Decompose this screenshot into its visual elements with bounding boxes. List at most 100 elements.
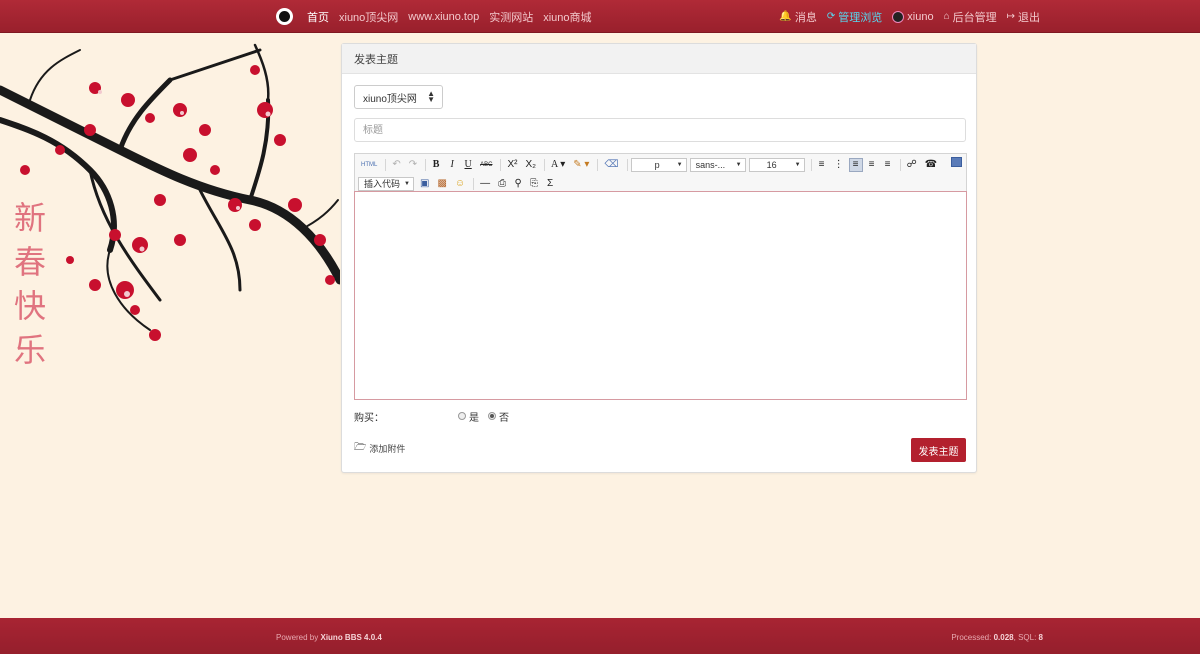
image-icon[interactable]: ▣	[417, 177, 432, 191]
font-size-select-value: 16	[766, 159, 777, 170]
nav-logout[interactable]: ↦ 退出	[1007, 9, 1040, 25]
chevron-down-icon: ▼	[676, 161, 683, 168]
logout-icon: ↦	[1006, 11, 1015, 22]
paste-icon[interactable]: ⎘	[527, 177, 541, 191]
align-right-icon[interactable]: ≡	[881, 158, 895, 172]
nav-right: 🔔 消息 ⟳ 管理浏览 xiuno ⌂ 后台管理 ↦ 退出	[769, 0, 1040, 33]
formula-icon[interactable]: Σ	[543, 177, 557, 191]
highlight-icon[interactable]: ✎ ▾	[570, 158, 592, 172]
editor-toolbar: HTML ↶ ↷ B I U ABC X² X₂ A ▾ ✎ ▾ ⌫ p ▼ s…	[354, 153, 967, 191]
preview-icon[interactable]: ⚲	[511, 177, 525, 191]
eraser-icon[interactable]: ⌫	[601, 158, 621, 172]
greeting-char: 新	[13, 199, 46, 237]
card-header: 发表主题	[342, 44, 976, 74]
font-color-icon[interactable]: A ▾	[548, 158, 568, 172]
toolbar-row-1: HTML ↶ ↷ B I U ABC X² X₂ A ▾ ✎ ▾ ⌫ p ▼ s…	[355, 156, 966, 173]
greeting-char: 春	[13, 243, 46, 281]
toolbar-divider	[473, 177, 475, 190]
strikethrough-icon[interactable]: ABC	[477, 158, 495, 172]
vertical-greeting: 新 春 快 乐	[10, 196, 50, 372]
footer-stats: Processed: 0.028, SQL: 8	[951, 633, 1043, 642]
nav-user[interactable]: xiuno	[892, 10, 934, 23]
toolbar-divider	[597, 158, 599, 171]
nav-link-www[interactable]: www.xiuno.top	[408, 11, 479, 23]
nav-link-home[interactable]: 首页	[307, 9, 329, 25]
superscript-icon[interactable]: X²	[504, 158, 520, 172]
subscript-icon[interactable]: X₂	[522, 158, 539, 172]
nav-mode-toggle[interactable]: ⟳ 管理浏览	[827, 9, 882, 25]
font-family-select-value: sans-...	[695, 159, 726, 170]
buy-yes-label[interactable]: 是	[469, 409, 479, 424]
footer: Powered by Xiuno BBS 4.0.4 Processed: 0.…	[0, 618, 1200, 654]
site-logo[interactable]	[276, 8, 293, 25]
insert-code-select-value: 插入代码	[364, 179, 401, 189]
toolbar-divider	[544, 158, 546, 171]
powered-by-prefix: Powered by	[276, 633, 319, 642]
submit-thread-button[interactable]: 发表主题	[911, 438, 966, 462]
toolbar-row-2: 插入代码 ▼ ▣ ▩ ☺ — ⎙ ⚲ ⎘ Σ	[355, 175, 966, 192]
nav-admin[interactable]: ⌂ 后台管理	[944, 9, 997, 25]
paragraph-select-value: p	[654, 159, 660, 170]
nav-link-shop[interactable]: xiuno商城	[543, 9, 591, 25]
sql-prefix: , SQL:	[1013, 633, 1037, 642]
bell-icon: 🔔	[779, 11, 792, 22]
buy-no-label[interactable]: 否	[499, 409, 509, 424]
horizontal-rule-icon[interactable]: —	[477, 177, 493, 191]
toolbar-divider	[425, 158, 427, 171]
picture-icon[interactable]: ▩	[434, 177, 449, 191]
buy-yes-radio[interactable]	[458, 412, 466, 420]
paragraph-select[interactable]: p ▼	[630, 157, 687, 172]
underline-icon[interactable]: U	[461, 158, 475, 172]
add-attachment-link[interactable]: 🗁 添加附件	[354, 440, 405, 457]
align-left-icon[interactable]: ≡	[848, 157, 863, 172]
toolbar-divider	[385, 158, 387, 171]
folder-open-icon: 🗁	[354, 442, 367, 453]
align-center-icon[interactable]: ≡	[865, 158, 879, 172]
undo-icon[interactable]: ↶	[389, 158, 403, 172]
font-family-select[interactable]: sans-... ▼	[689, 157, 746, 172]
unordered-list-icon[interactable]: ⋮	[831, 158, 847, 172]
rich-text-editor[interactable]	[354, 191, 967, 400]
nav-link-test-site[interactable]: 实测网站	[489, 9, 533, 25]
new-thread-card: 发表主题 xiuno顶尖网 ▲▼ HTML ↶ ↷ B I U ABC X² X…	[341, 43, 977, 473]
print-icon[interactable]: ⎙	[495, 177, 509, 191]
powered-by-link[interactable]: Xiuno BBS 4.0.4	[320, 633, 381, 642]
buy-no-radio[interactable]	[488, 412, 496, 420]
font-size-select[interactable]: 16 ▼	[748, 157, 805, 172]
greeting-char: 乐	[13, 331, 46, 369]
toolbar-divider	[626, 158, 628, 171]
forum-select[interactable]: xiuno顶尖网 ▲ ▼	[354, 85, 443, 109]
insert-code-select[interactable]: 插入代码 ▼	[358, 176, 414, 191]
avatar	[892, 10, 905, 23]
nav-mode-label: 管理浏览	[838, 11, 883, 24]
nav-messages[interactable]: 🔔 消息	[779, 9, 816, 25]
emoji-icon[interactable]: ☺	[452, 177, 468, 191]
nav-messages-label: 消息	[794, 11, 817, 24]
chevron-down-icon: ▼	[404, 180, 410, 187]
ordered-list-icon[interactable]: ≡	[815, 158, 829, 172]
processed-prefix: Processed:	[951, 633, 992, 642]
nav-link-xiuno-top[interactable]: xiuno顶尖网	[339, 9, 398, 25]
nav-admin-label: 后台管理	[952, 11, 997, 24]
processed-value: 0.028	[993, 633, 1014, 642]
redo-icon[interactable]: ↷	[406, 158, 420, 172]
footer-powered-by: Powered by Xiuno BBS 4.0.4	[276, 633, 382, 642]
unlink-icon[interactable]: ☎	[922, 158, 940, 172]
refresh-icon: ⟳	[826, 11, 836, 22]
buy-label: 购买：	[354, 412, 384, 424]
nav-left: 首页 xiuno顶尖网 www.xiuno.top 实测网站 xiuno商城	[276, 0, 602, 33]
italic-icon[interactable]: I	[445, 158, 459, 172]
greeting-char: 快	[13, 287, 46, 325]
chevron-down-icon: ▼	[735, 161, 742, 168]
nav-user-label: xiuno	[907, 10, 934, 23]
link-icon[interactable]: ☍	[904, 158, 920, 172]
html-source-icon[interactable]: HTML	[358, 158, 380, 172]
bold-icon[interactable]: B	[429, 158, 443, 172]
forum-select-value: xiuno顶尖网	[363, 93, 417, 105]
add-attachment-label: 添加附件	[369, 444, 406, 454]
home-icon: ⌂	[943, 11, 950, 22]
title-input[interactable]	[354, 118, 966, 142]
fullscreen-icon[interactable]	[951, 157, 962, 167]
nav-logout-label: 退出	[1018, 11, 1040, 24]
select-caret-icon: ▲ ▼	[427, 89, 435, 104]
